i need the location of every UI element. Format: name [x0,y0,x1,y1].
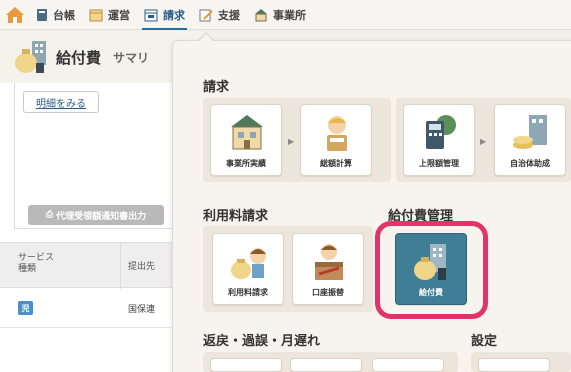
nav-operation-label: 運営 [108,8,130,22]
col-service-type: サービス 種類 [18,253,54,275]
ledger-icon [37,8,47,21]
calendar-icon [89,9,103,21]
support-icon [199,9,213,21]
nav-billing[interactable]: 請求 [138,0,193,30]
table-header: サービス 種類 提出先 [0,242,200,289]
nav-operation[interactable]: 運営 [83,0,138,30]
benefit-money-bag-icon [15,41,46,73]
nav-office-label: 事業所 [273,8,306,22]
section-returns-title: 返戻・過誤・月遅れ [203,334,321,349]
tile-returns-1[interactable] [210,358,282,372]
subsidy-coins-icon [513,115,547,149]
tile-account-transfer[interactable]: 口座振替 [292,233,364,305]
menu-caret-inner [198,34,214,42]
submit-to-cell: 国保連 [128,305,156,315]
tile-benefit[interactable]: 給付費 [395,233,467,305]
view-details-button[interactable]: 明細をみる [23,91,99,113]
tile-limit-mgmt-label: 上限額管理 [419,159,459,168]
tile-limit-mgmt[interactable]: 上限額管理 [403,104,475,176]
billing-icon [144,9,158,21]
usage-billing-icon [231,248,266,279]
nav-billing-label: 請求 [163,8,185,22]
col-submit-to: 提出先 [128,262,156,272]
page-header: 給付費 サマリ [0,31,200,83]
tile-usage-billing-label: 利用料請求 [228,288,268,297]
tile-total-calc[interactable]: 総額計算 [300,104,372,176]
proxy-receipt-notice-output-button[interactable]: ⎙ 代理受領額通知書出力 [28,205,164,225]
section-usage-fee-title: 利用料請求 [203,209,269,224]
tab-summary[interactable]: サマリ [113,49,149,66]
benefit-money-bag-icon [414,244,446,280]
tile-local-subsidy[interactable]: 自治体助成 [494,104,566,176]
section-billing-title: 請求 [203,80,230,95]
tile-settings-1[interactable] [478,358,550,372]
nav-ledger-label: 台帳 [53,8,75,22]
arrow-icon: ▶ [288,137,295,146]
office-icon [255,8,267,21]
office-building-icon [231,115,263,150]
left-panel: 給付費 サマリ 明細をみる ⎙ 代理受領額通知書出力 サービス 種類 提出先 児… [0,31,200,372]
col-service-type-line2: 種類 [18,264,37,274]
tile-usage-billing[interactable]: 利用料請求 [212,233,284,305]
table-row[interactable]: 児 国保連 [0,288,200,328]
tile-office-record[interactable]: 事業所実績 [210,104,282,176]
proxy-button-label: 代理受領額通知書出力 [56,211,147,222]
printer-icon: ⎙ [45,210,54,220]
tile-local-subsidy-label: 自治体助成 [510,159,550,168]
top-nav: 台帳 運営 請求 支援 事業所 [0,0,571,30]
tile-account-transfer-label: 口座振替 [312,288,344,297]
tile-benefit-label: 給付費 [419,288,443,297]
home-button[interactable] [0,0,30,30]
nav-office[interactable]: 事業所 [248,0,314,30]
tile-office-record-label: 事業所実績 [226,159,266,168]
page-title: 給付費 [56,48,102,67]
home-icon [6,6,24,23]
col-service-type-line1: サービス [18,253,55,263]
section-settings-title: 設定 [471,334,498,349]
service-badge: 児 [18,301,33,315]
limit-calculator-icon [426,115,456,149]
nav-support[interactable]: 支援 [193,0,248,30]
nav-ledger[interactable]: 台帳 [30,0,83,30]
arrow-icon: ▶ [480,137,487,146]
calculator-person-icon [327,116,347,151]
tile-returns-3[interactable] [372,358,444,372]
nav-support-label: 支援 [218,8,240,22]
tile-returns-2[interactable] [290,358,362,372]
column-divider [120,243,121,289]
account-transfer-icon [315,244,343,280]
tile-total-calc-label: 総額計算 [320,159,352,168]
